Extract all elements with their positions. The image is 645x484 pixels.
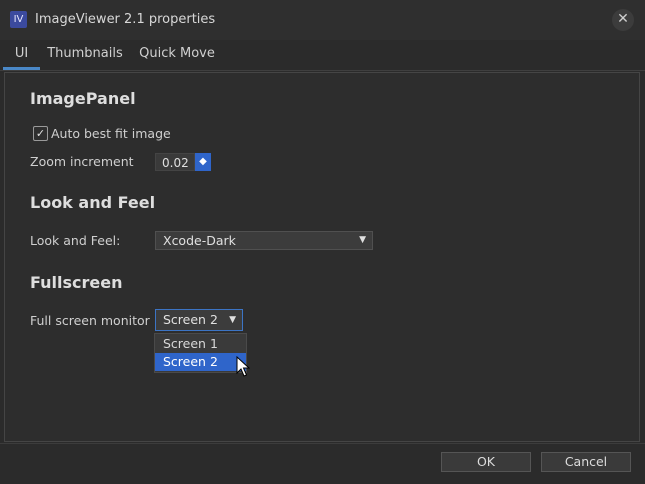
- tab-quick-move[interactable]: Quick Move: [134, 40, 220, 70]
- look-and-feel-value: Xcode-Dark: [163, 233, 236, 248]
- tab-ui[interactable]: UI: [3, 40, 40, 70]
- tab-bar: UI Thumbnails Quick Move: [0, 40, 645, 71]
- mouse-pointer-icon: [236, 356, 250, 377]
- look-and-feel-select[interactable]: Xcode-Dark ▼: [155, 231, 373, 250]
- close-button[interactable]: ✕: [612, 9, 634, 31]
- full-screen-monitor-value: Screen 2: [163, 312, 218, 327]
- window-title: ImageViewer 2.1 properties: [35, 12, 216, 27]
- full-screen-monitor-label: Full screen monitor: [30, 313, 150, 328]
- spinner-arrows-icon: ◆: [199, 156, 207, 167]
- footer-divider: [0, 443, 645, 444]
- zoom-spinner-button[interactable]: ◆: [195, 153, 211, 171]
- zoom-increment-label: Zoom increment: [30, 154, 134, 169]
- app-icon: IV: [10, 11, 27, 28]
- close-icon: ✕: [617, 11, 629, 27]
- full-screen-monitor-select[interactable]: Screen 2 ▼: [155, 309, 243, 331]
- section-heading-imagepanel: ImagePanel: [30, 89, 136, 108]
- auto-best-fit-checkbox[interactable]: ✓: [33, 126, 48, 141]
- auto-best-fit-label[interactable]: Auto best fit image: [51, 126, 171, 141]
- tab-thumbnails[interactable]: Thumbnails: [44, 40, 126, 70]
- ok-button[interactable]: OK: [441, 452, 531, 472]
- chevron-down-icon: ▼: [359, 235, 366, 245]
- option-screen-1[interactable]: Screen 1: [155, 335, 246, 353]
- cancel-button[interactable]: Cancel: [541, 452, 631, 472]
- checkmark-icon: ✓: [35, 127, 46, 140]
- section-heading-fullscreen: Fullscreen: [30, 273, 123, 292]
- zoom-increment-input[interactable]: 0.02: [155, 153, 195, 171]
- title-bar: IV ImageViewer 2.1 properties ✕: [0, 0, 645, 40]
- monitor-dropdown-list: Screen 1 Screen 2: [154, 333, 247, 373]
- option-screen-2[interactable]: Screen 2: [155, 353, 246, 371]
- look-and-feel-label: Look and Feel:: [30, 233, 121, 248]
- section-heading-look-and-feel: Look and Feel: [30, 193, 156, 212]
- chevron-down-icon: ▼: [229, 315, 236, 325]
